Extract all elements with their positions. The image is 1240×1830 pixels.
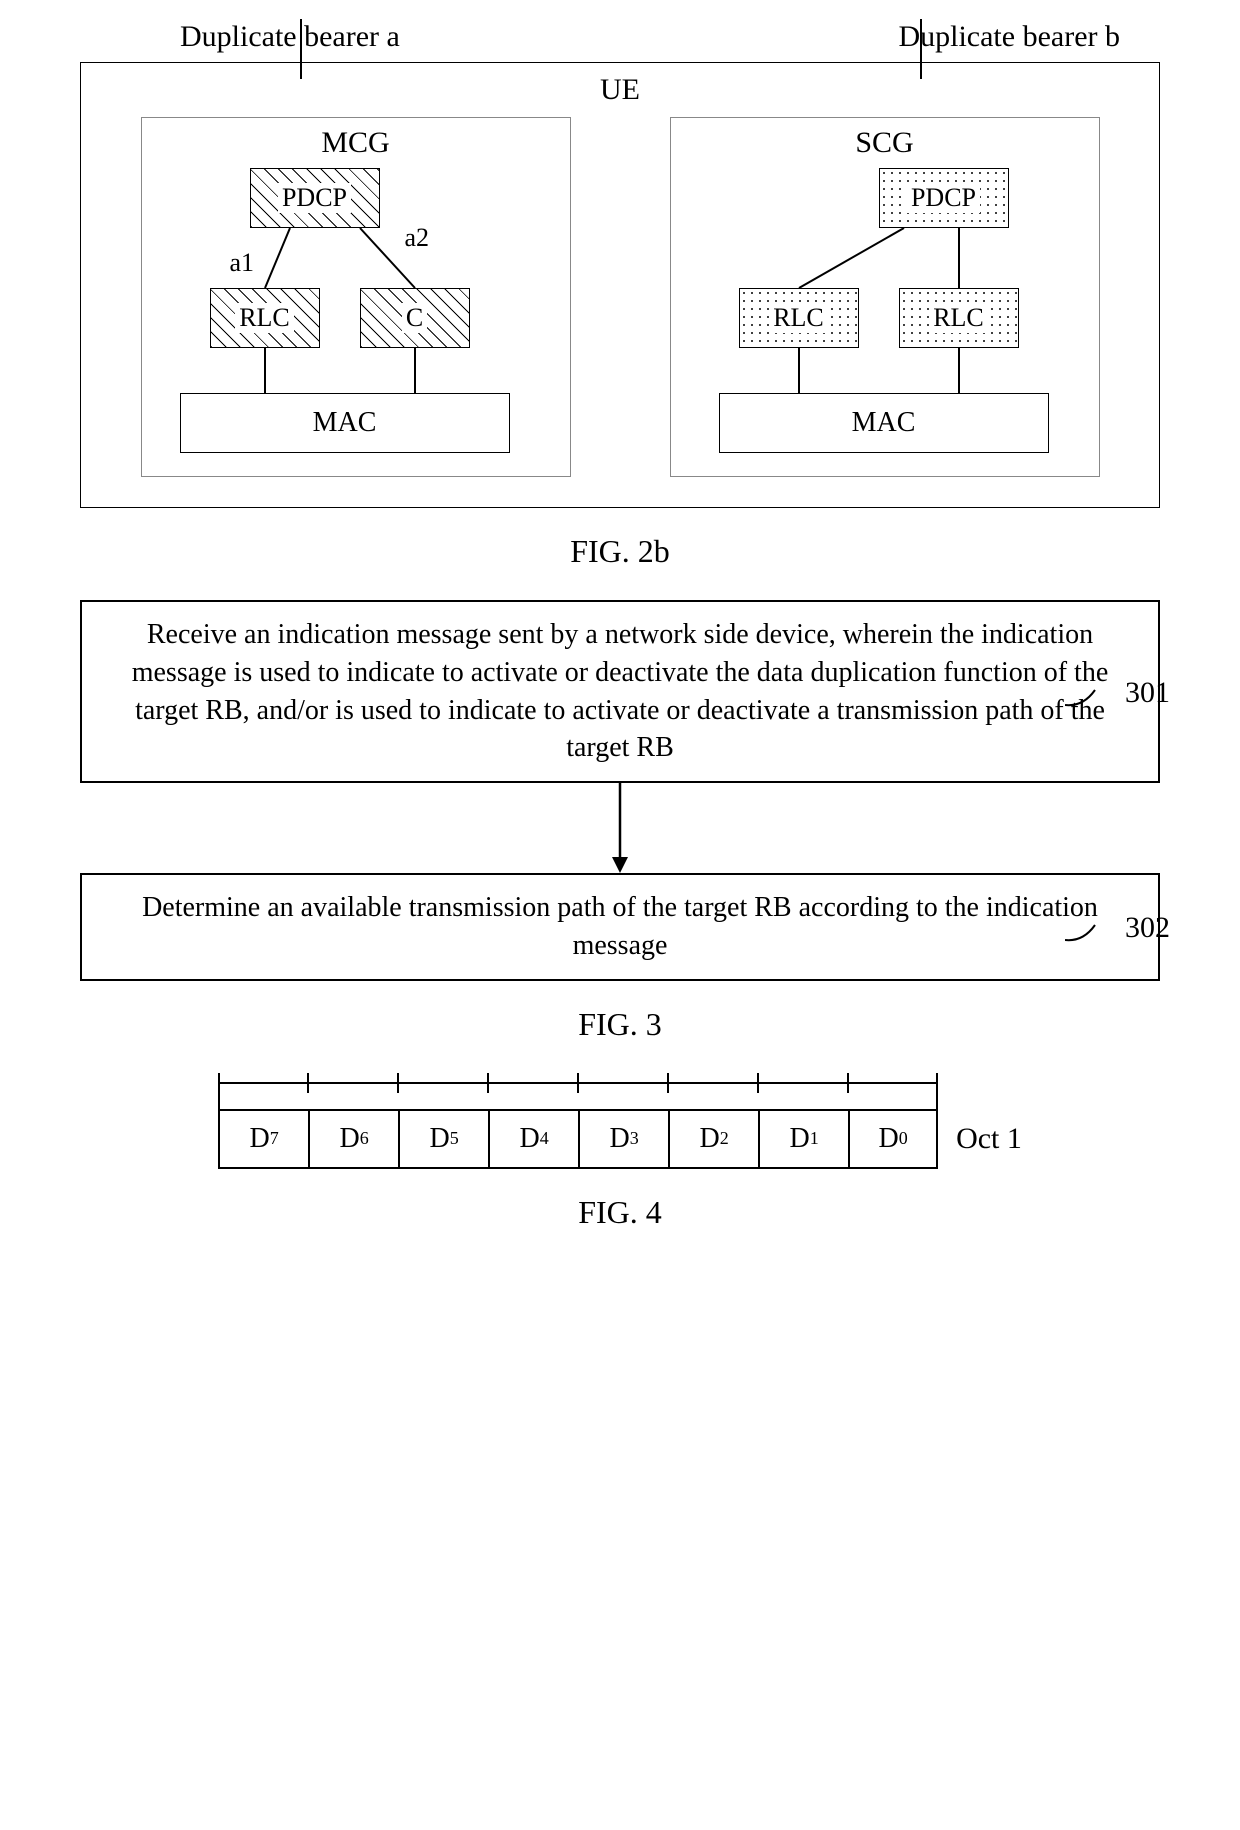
byte-d2: D2: [668, 1109, 758, 1169]
mcg-pdcp: PDCP: [250, 168, 380, 228]
mcg-rlc1: RLC: [210, 288, 320, 348]
label-a2: a2: [405, 223, 430, 253]
byte-d3: D3: [578, 1109, 668, 1169]
scg-mac: MAC: [719, 393, 1049, 453]
fig-3-label: FIG. 3: [20, 1006, 1220, 1043]
byte-d7: D7: [218, 1109, 308, 1169]
leader-302: [1065, 910, 1125, 950]
byte-row: D7 D6 D5 D4 D3 D2 D1 D0: [218, 1109, 938, 1169]
label-bearer-b: Duplicate bearer b: [898, 20, 1120, 54]
top-labels: Duplicate bearer a Duplicate bearer b: [20, 20, 1220, 54]
flow-num-301: 301: [1065, 675, 1170, 715]
oct-label: Oct 1: [956, 1086, 1022, 1156]
fig-2b-label: FIG. 2b: [20, 533, 1220, 570]
label-a1: a1: [230, 248, 255, 278]
ue-title: UE: [111, 73, 1129, 107]
byte-diagram: D7 D6 D5 D4 D3 D2 D1 D0 Oct 1: [20, 1073, 1220, 1169]
byte-d4: D4: [488, 1109, 578, 1169]
scg-stack: PDCP RLC RLC MAC: [689, 168, 1081, 458]
scg-rlc1: RLC: [739, 288, 859, 348]
flowchart: Receive an indication message sent by a …: [80, 600, 1160, 981]
scg-pdcp: PDCP: [879, 168, 1009, 228]
byte-d1: D1: [758, 1109, 848, 1169]
mcg-rlc2: C: [360, 288, 470, 348]
label-bearer-a: Duplicate bearer a: [180, 20, 400, 54]
byte-d0: D0: [848, 1109, 938, 1169]
mcg-box: MCG PDCP RLC C MAC a1 a2: [141, 117, 571, 477]
fig-4-label: FIG. 4: [20, 1194, 1220, 1231]
flow-num-302: 302: [1065, 910, 1170, 950]
scg-title: SCG: [689, 126, 1081, 160]
byte-d5: D5: [398, 1109, 488, 1169]
mcg-title: MCG: [160, 126, 552, 160]
tick-row: [218, 1073, 938, 1109]
scg-box: SCG PDCP RLC RLC MAC: [670, 117, 1100, 477]
flow-step-301: Receive an indication message sent by a …: [80, 600, 1160, 783]
flow-step-302: Determine an available transmission path…: [80, 873, 1160, 981]
ue-container: UE MCG PDCP RLC C MAC a1 a2: [80, 62, 1160, 508]
mcg-mac: MAC: [180, 393, 510, 453]
byte-d6: D6: [308, 1109, 398, 1169]
mcg-stack: PDCP RLC C MAC a1 a2: [160, 168, 552, 458]
scg-rlc2: RLC: [899, 288, 1019, 348]
leader-301: [1065, 675, 1125, 715]
flow-arrow: [80, 783, 1160, 873]
